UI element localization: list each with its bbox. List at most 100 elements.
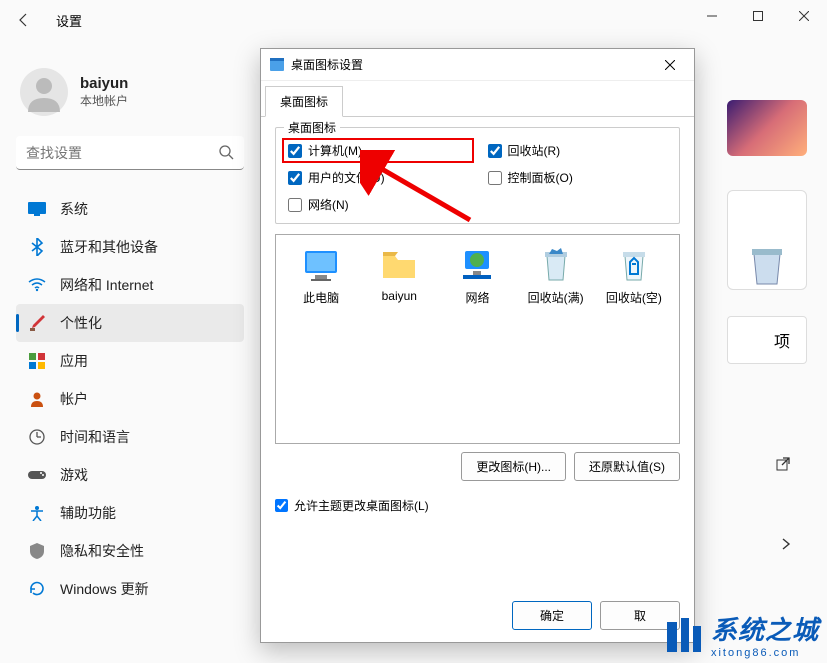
theme-preview[interactable]	[727, 190, 807, 290]
user-info[interactable]: baiyun 本地帐户	[16, 56, 244, 136]
sidebar-item-accessibility[interactable]: 辅助功能	[16, 494, 244, 532]
sidebar-item-apps[interactable]: 应用	[16, 342, 244, 380]
checkbox-grid: 计算机(M) 回收站(R) 用户的文件(U) 控制面板(O) 网络(N)	[288, 142, 667, 213]
tab-strip: 桌面图标	[261, 81, 694, 117]
sidebar-item-update[interactable]: Windows 更新	[16, 570, 244, 608]
gamepad-icon	[28, 466, 46, 484]
wifi-icon	[28, 276, 46, 294]
search-input[interactable]	[16, 136, 244, 170]
icon-item-network[interactable]: 网络	[441, 247, 513, 306]
dialog-title: 桌面图标设置	[291, 56, 363, 73]
checkbox-userfiles[interactable]: 用户的文件(U)	[288, 169, 468, 186]
checkbox-label: 计算机(M)	[308, 142, 362, 159]
watermark: 系统之城 xitong86.com	[663, 610, 819, 659]
icon-action-buttons: 更改图标(H)... 还原默认值(S)	[275, 452, 680, 481]
icon-item-recycleempty[interactable]: 回收站(空)	[598, 247, 670, 306]
dialog-titlebar: 桌面图标设置	[261, 49, 694, 81]
tab-desktop-icons[interactable]: 桌面图标	[265, 86, 343, 117]
thispc-icon	[303, 247, 339, 283]
group-title: 桌面图标	[284, 119, 340, 136]
external-link-row[interactable]	[727, 440, 807, 488]
restore-default-button[interactable]: 还原默认值(S)	[574, 452, 680, 481]
recycle-empty-icon	[616, 247, 652, 283]
icon-item-userfolder[interactable]: baiyun	[363, 247, 435, 303]
shield-icon	[28, 542, 46, 560]
maximize-button[interactable]	[735, 0, 781, 32]
sidebar-item-personalization[interactable]: 个性化	[16, 304, 244, 342]
checkbox-network[interactable]: 网络(N)	[288, 196, 468, 213]
nav-label: 时间和语言	[60, 427, 130, 447]
checkbox-computer-input[interactable]	[288, 144, 302, 158]
sidebar-item-network[interactable]: 网络和 Internet	[16, 266, 244, 304]
nav-label: 帐户	[60, 389, 88, 409]
search-wrap	[16, 136, 244, 190]
checkbox-label: 控制面板(O)	[508, 169, 573, 186]
system-icon	[28, 200, 46, 218]
nav-label: Windows 更新	[60, 579, 149, 599]
theme-count-row[interactable]: 项	[727, 316, 807, 364]
icon-item-recyclefull[interactable]: 回收站(满)	[520, 247, 592, 306]
theme-trailing: 项	[774, 328, 790, 352]
ok-button[interactable]: 确定	[512, 601, 592, 630]
dialog-icon	[269, 57, 285, 73]
close-icon	[665, 60, 675, 70]
minimize-button[interactable]	[689, 0, 735, 32]
accessibility-icon	[28, 504, 46, 522]
maximize-icon	[753, 11, 763, 21]
sidebar-item-time[interactable]: 时间和语言	[16, 418, 244, 456]
background-preview[interactable]	[727, 100, 807, 156]
user-icon	[24, 72, 64, 112]
icon-label: baiyun	[382, 289, 417, 303]
watermark-text: 系统之城	[711, 610, 819, 647]
icon-label: 回收站(满)	[528, 289, 584, 306]
watermark-logo-icon	[663, 614, 705, 656]
sidebar-item-accounts[interactable]: 帐户	[16, 380, 244, 418]
checkbox-label: 网络(N)	[308, 196, 349, 213]
titlebar: 设置	[0, 0, 827, 40]
nav-label: 系统	[60, 199, 88, 219]
dialog-close-button[interactable]	[654, 53, 686, 77]
sidebar-item-privacy[interactable]: 隐私和安全性	[16, 532, 244, 570]
close-button[interactable]	[781, 0, 827, 32]
nav-label: 游戏	[60, 465, 88, 485]
nav-label: 蓝牙和其他设备	[60, 237, 158, 257]
apps-icon	[28, 352, 46, 370]
icon-label: 网络	[465, 289, 489, 306]
brush-icon	[28, 314, 46, 332]
update-icon	[28, 580, 46, 598]
accounts-icon	[28, 390, 46, 408]
network-icon	[459, 247, 495, 283]
sidebar: baiyun 本地帐户 系统 蓝牙和其他设备 网络和 Internet 个性化 …	[0, 48, 260, 616]
nav-label: 辅助功能	[60, 503, 116, 523]
nav-label: 网络和 Internet	[60, 275, 153, 295]
close-icon	[799, 11, 809, 21]
sidebar-item-system[interactable]: 系统	[16, 190, 244, 228]
expand-row[interactable]	[727, 520, 807, 568]
checkbox-computer[interactable]: 计算机(M)	[282, 138, 474, 163]
nav-list: 系统 蓝牙和其他设备 网络和 Internet 个性化 应用 帐户 时间和语言 …	[16, 190, 244, 608]
checkbox-controlpanel-input[interactable]	[488, 171, 502, 185]
sidebar-item-bluetooth[interactable]: 蓝牙和其他设备	[16, 228, 244, 266]
back-button[interactable]	[8, 4, 40, 36]
change-icon-button[interactable]: 更改图标(H)...	[461, 452, 566, 481]
checkbox-recycle[interactable]: 回收站(R)	[488, 142, 668, 159]
sidebar-item-gaming[interactable]: 游戏	[16, 456, 244, 494]
icon-label: 回收站(空)	[606, 289, 662, 306]
desktop-icon-settings-dialog: 桌面图标设置 桌面图标 桌面图标 计算机(M) 回收站(R) 用户的文件(U) …	[260, 48, 695, 643]
nav-label: 个性化	[60, 313, 102, 333]
recycle-full-icon	[538, 247, 574, 283]
checkbox-recycle-input[interactable]	[488, 144, 502, 158]
chevron-right-icon	[781, 537, 791, 551]
watermark-url: xitong86.com	[711, 647, 819, 659]
checkbox-label: 回收站(R)	[508, 142, 561, 159]
minimize-icon	[707, 11, 717, 21]
allow-theme-input[interactable]	[275, 499, 288, 512]
checkbox-userfiles-input[interactable]	[288, 171, 302, 185]
checkbox-controlpanel[interactable]: 控制面板(O)	[488, 169, 668, 186]
allow-theme-label: 允许主题更改桌面图标(L)	[294, 497, 429, 514]
icon-item-thispc[interactable]: 此电脑	[285, 247, 357, 306]
dialog-body: 桌面图标 计算机(M) 回收站(R) 用户的文件(U) 控制面板(O) 网络(N…	[261, 117, 694, 524]
search-icon	[218, 144, 234, 165]
allow-theme-checkbox[interactable]: 允许主题更改桌面图标(L)	[275, 497, 680, 514]
checkbox-network-input[interactable]	[288, 198, 302, 212]
